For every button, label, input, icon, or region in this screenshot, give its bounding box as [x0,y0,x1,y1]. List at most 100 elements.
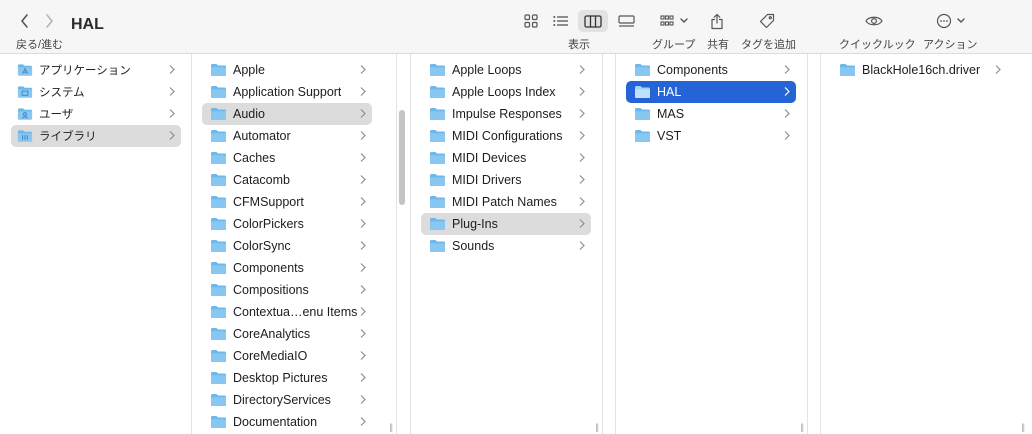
eye-icon [865,16,883,26]
folder-icon [211,394,226,406]
gallery-view-button[interactable] [614,10,638,32]
folder-name: Desktop Pictures [233,371,328,385]
folder-name: Application Support [233,85,342,99]
folder-row[interactable]: Apple Loops Index [421,81,591,103]
folder-name: HAL [657,85,682,99]
column-resize-handle[interactable]: || [595,422,599,432]
folder-icon [430,152,445,164]
folder-row[interactable]: Plug-Ins [421,213,591,235]
folder-row[interactable]: BlackHole16ch.driver [831,59,1007,81]
sidebar-item-applications[interactable]: アプリケーション [11,59,181,81]
folder-row[interactable]: Caches [202,147,372,169]
sidebar-item-system[interactable]: システム [11,81,181,103]
folder-icon [211,196,226,208]
folder-row[interactable]: Audio [202,103,372,125]
folder-icon [430,196,445,208]
folder-row[interactable]: MIDI Patch Names [421,191,591,213]
quicklook-button[interactable] [863,10,885,32]
folder-name: ColorPickers [233,217,304,231]
chevron-down-icon [957,18,965,23]
chevron-right-icon [784,131,790,140]
share-icon [711,13,723,29]
chevron-right-icon [360,307,366,316]
folder-name: Apple [233,63,265,77]
share-button[interactable] [707,10,727,32]
folder-name: CoreAnalytics [233,327,311,341]
forward-button[interactable] [40,10,58,32]
folder-name: Apple Loops [452,63,522,77]
chevron-right-icon [360,417,366,426]
folder-row[interactable]: CoreAnalytics [202,323,372,345]
folder-name: DirectoryServices [233,393,331,407]
column-resize-handle[interactable]: || [1021,422,1025,432]
folder-row[interactable]: HAL [626,81,796,103]
sidebar-item-library[interactable]: ライブラリ [11,125,181,147]
folder-row[interactable]: CoreMediaIO [202,345,372,367]
folder-row[interactable]: ColorPickers [202,213,372,235]
folder-icon [430,64,445,76]
view-label: 表示 [568,39,590,51]
folder-name: Impulse Responses [452,107,562,121]
folder-name: Caches [233,151,276,165]
folder-row[interactable]: Documentation [202,411,372,433]
tag-icon [759,13,775,29]
folder-row[interactable]: DirectoryServices [202,389,372,411]
action-label: アクション [923,39,978,51]
folder-row[interactable]: Apple Loops [421,59,591,81]
chevron-right-icon [360,395,366,404]
folder-row[interactable]: Components [202,257,372,279]
folder-row[interactable]: VST [626,125,796,147]
group-label: グループ [652,39,696,51]
group-button[interactable] [656,10,692,32]
folder-row[interactable]: Contextua…enu Items [202,301,372,323]
column-resize-handle[interactable]: || [800,422,804,432]
chevron-right-icon [579,153,585,162]
folder-icon [211,328,226,340]
folder-row[interactable]: MIDI Drivers [421,169,591,191]
sidebar-item-label: システム [39,87,85,99]
folder-row[interactable]: Apple [202,59,372,81]
folder-name: CoreMediaIO [233,349,308,363]
back-button[interactable] [16,10,34,32]
folder-row[interactable]: Automator [202,125,372,147]
folder-row[interactable]: MIDI Devices [421,147,591,169]
folder-icon [211,306,226,318]
folder-icon [211,64,226,76]
chevron-right-icon [360,285,366,294]
column-resize-handle[interactable]: || [389,422,393,432]
folder-icon [635,130,650,142]
folder-row[interactable]: Application Support [202,81,372,103]
folder-row[interactable]: MAS [626,103,796,125]
folder-icon [211,108,226,120]
toolbar: 戻る/進む HAL 表示 グループ 共有 タグを追加 クイックルック アクション [0,0,1032,54]
folder-row[interactable]: Catacomb [202,169,372,191]
column-view-button[interactable] [578,10,608,32]
tag-button[interactable] [756,10,778,32]
folder-row[interactable]: CFMSupport [202,191,372,213]
sidebar-item-label: ユーザ [39,109,74,121]
sidebar-item-users[interactable]: ユーザ [11,103,181,125]
action-button[interactable] [933,10,969,32]
column-scrollbar[interactable] [399,110,405,205]
folder-name: Sounds [452,239,495,253]
chevron-right-icon [360,65,366,74]
folder-icon [430,86,445,98]
folder-row[interactable]: ColorSync [202,235,372,257]
folder-name: VST [657,129,682,143]
folder-row[interactable]: Impulse Responses [421,103,591,125]
folder-icon [430,218,445,230]
folder-row[interactable]: Compositions [202,279,372,301]
folder-row[interactable]: Desktop Pictures [202,367,372,389]
folder-row[interactable]: MIDI Configurations [421,125,591,147]
column-library: || Apple Application Support Audio Automato… [192,54,397,434]
icon-view-button[interactable] [520,10,542,32]
nav-label: 戻る/進む [16,39,64,51]
columns-icon [584,14,602,28]
folder-row[interactable]: Components [626,59,796,81]
folder-row[interactable]: Sounds [421,235,591,257]
chevron-right-icon [360,175,366,184]
list-view-button[interactable] [550,10,572,32]
folder-icon [430,108,445,120]
folder-icon [211,174,226,186]
chevron-right-icon [360,131,366,140]
